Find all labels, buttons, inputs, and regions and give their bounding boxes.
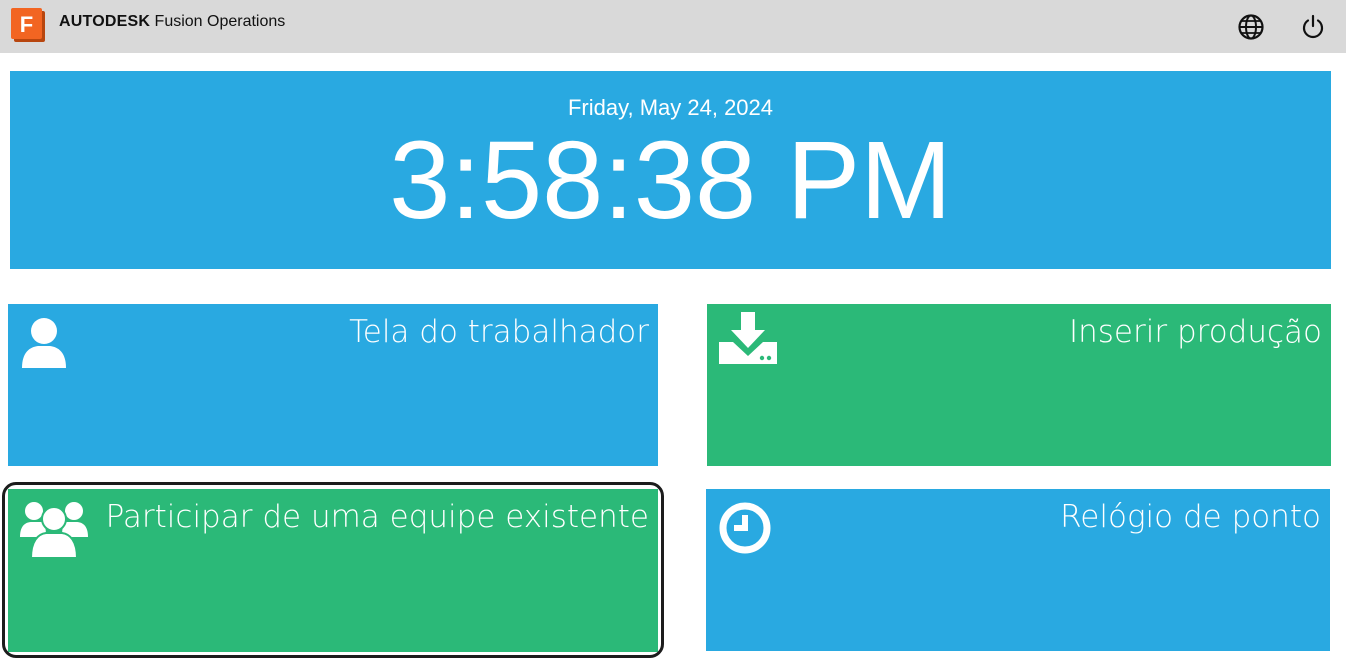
clock-panel: Friday, May 24, 2024 3:58:38 PM <box>10 71 1331 269</box>
power-icon[interactable] <box>1299 13 1327 41</box>
tile-label: Relógio de ponto <box>1060 499 1321 535</box>
selection-focus-ring <box>2 482 664 658</box>
tile-time-clock[interactable]: Relógio de ponto <box>706 489 1330 651</box>
top-bar: F AUTODESK Fusion Operations <box>0 0 1346 53</box>
tile-label: Tela do trabalhador <box>349 314 649 350</box>
download-tray-icon <box>719 312 777 364</box>
svg-text:F: F <box>20 12 33 37</box>
current-time: 3:58:38 PM <box>389 119 952 242</box>
app-title: AUTODESK Fusion Operations <box>59 13 285 31</box>
clock-icon <box>719 502 771 554</box>
brand-name: AUTODESK <box>59 13 151 30</box>
tile-worker-screen[interactable]: Tela do trabalhador <box>8 304 658 466</box>
tile-label: Inserir produção <box>1068 314 1322 350</box>
product-name: Fusion Operations <box>150 13 286 30</box>
tile-insert-production[interactable]: Inserir produção <box>707 304 1331 466</box>
current-date: Friday, May 24, 2024 <box>567 95 774 120</box>
fusion-logo: F <box>11 8 45 42</box>
globe-icon[interactable] <box>1237 13 1265 41</box>
user-icon <box>22 318 66 368</box>
